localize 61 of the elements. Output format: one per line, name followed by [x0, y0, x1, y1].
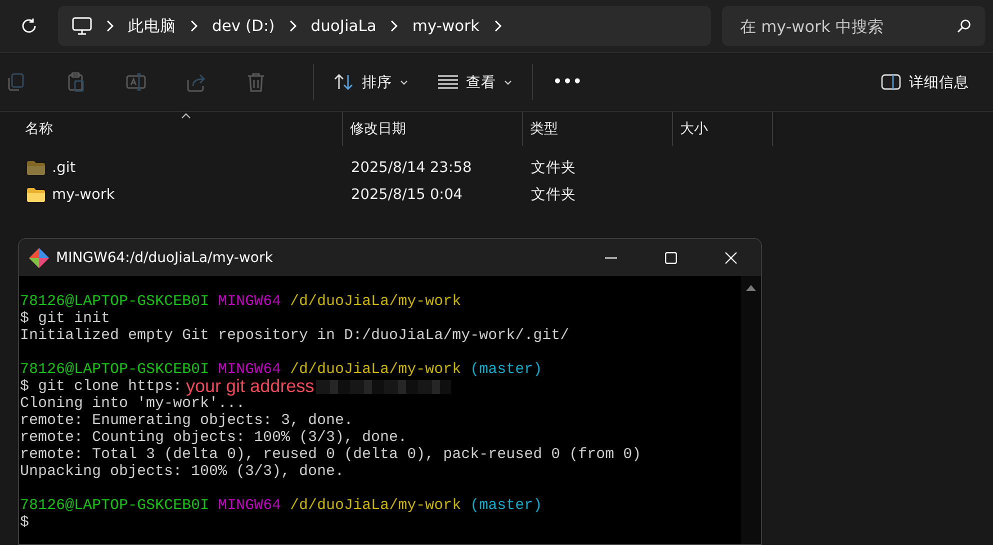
- search-icon: [957, 19, 971, 33]
- rename-icon: [125, 71, 147, 93]
- address-bar[interactable]: 此电脑 dev (D:) duoJiaLa my-work: [58, 6, 711, 46]
- type-cell-text: 文件夹: [530, 186, 577, 204]
- chevron-icon: [288, 20, 297, 32]
- view-button[interactable]: 查看: [426, 64, 524, 100]
- details-pane-icon: [881, 74, 901, 90]
- column-header[interactable]: 大小: [673, 112, 773, 146]
- terminal-text: 78126@LAPTOP-GSKCEB0I: [20, 497, 210, 514]
- lines-icon: [438, 75, 458, 89]
- terminal-text: /d/duoJiaLa/my-work: [290, 361, 462, 378]
- column-header[interactable]: 修改日期: [343, 112, 523, 146]
- terminal-text: Cloning into 'my-work'...: [20, 395, 246, 412]
- breadcrumb-item[interactable]: 此电脑: [128, 16, 176, 36]
- chevron-icon: [106, 20, 114, 32]
- terminal-text: (master): [470, 361, 542, 378]
- refresh-icon: [20, 17, 38, 35]
- column-header[interactable]: 名称: [18, 112, 343, 146]
- terminal-text: remote: Counting objects: 100% (3/3), done.: [20, 429, 408, 446]
- chevron-icon: [494, 20, 502, 32]
- terminal-text: remote: Enumerating objects: 3, done.: [20, 412, 354, 429]
- scroll-up-icon: [745, 284, 757, 292]
- terminal-text: $ git init: [20, 310, 110, 327]
- terminal-text: /d/duoJiaLa/my-work: [290, 293, 462, 310]
- date-cell-text: 2025/8/14 23:58: [350, 160, 473, 176]
- breadcrumb-item[interactable]: duoJiaLa: [310, 17, 376, 35]
- breadcrumb-item[interactable]: dev (D:): [212, 17, 275, 35]
- terminal-text: MINGW64: [218, 497, 282, 514]
- terminal-text: remote: Total 3 (delta 0), reused 0 (delta 0), pack-reused 0 (from 0): [20, 446, 642, 463]
- maximize-icon: [665, 252, 677, 264]
- chevron-icon: [390, 20, 398, 32]
- terminal-text: $: [20, 514, 30, 531]
- caret-icon: [504, 80, 512, 84]
- diamond-logo-icon: [29, 248, 49, 268]
- terminal-text: 78126@LAPTOP-GSKCEB0I: [20, 293, 210, 310]
- computer-icon: [72, 17, 92, 35]
- sort-arrows-icon: [334, 73, 354, 91]
- type-cell-text: 文件夹: [530, 159, 577, 177]
- breadcrumb-item[interactable]: my-work: [412, 17, 480, 35]
- terminal-text: 78126@LAPTOP-GSKCEB0I: [20, 361, 210, 378]
- terminal-text: $ git clone https:: [20, 378, 182, 395]
- terminal-text: Initialized empty Git repository in D:/duoJiaLa/my-work/.git/: [20, 327, 570, 344]
- sort-button[interactable]: 排序: [322, 64, 420, 100]
- details-button[interactable]: 详细信息: [869, 64, 981, 100]
- column-header[interactable]: 类型: [523, 112, 673, 146]
- terminal-text: MINGW64: [218, 293, 282, 310]
- chevron-icon: [190, 20, 198, 32]
- terminal-text: Unpacking objects: 100% (3/3), done.: [20, 463, 344, 480]
- file-name[interactable]: .git: [52, 160, 76, 176]
- file-name[interactable]: my-work: [52, 186, 115, 202]
- close-icon: [725, 252, 737, 264]
- more-button[interactable]: •••: [541, 64, 595, 100]
- terminal-text: MINGW64: [218, 361, 282, 378]
- terminal-text: /d/duoJiaLa/my-work: [290, 497, 462, 514]
- date-cell-text: 2025/8/15 0:04: [350, 186, 464, 202]
- annotation-text: your git address: [186, 378, 314, 395]
- window-title: MINGW64:/d/duoJiaLa/my-work: [56, 250, 273, 266]
- delete-icon: [245, 71, 267, 93]
- caret-icon: [400, 80, 408, 84]
- search-field[interactable]: 在 my-work 中搜索: [722, 6, 985, 46]
- terminal-text: (master): [470, 497, 542, 514]
